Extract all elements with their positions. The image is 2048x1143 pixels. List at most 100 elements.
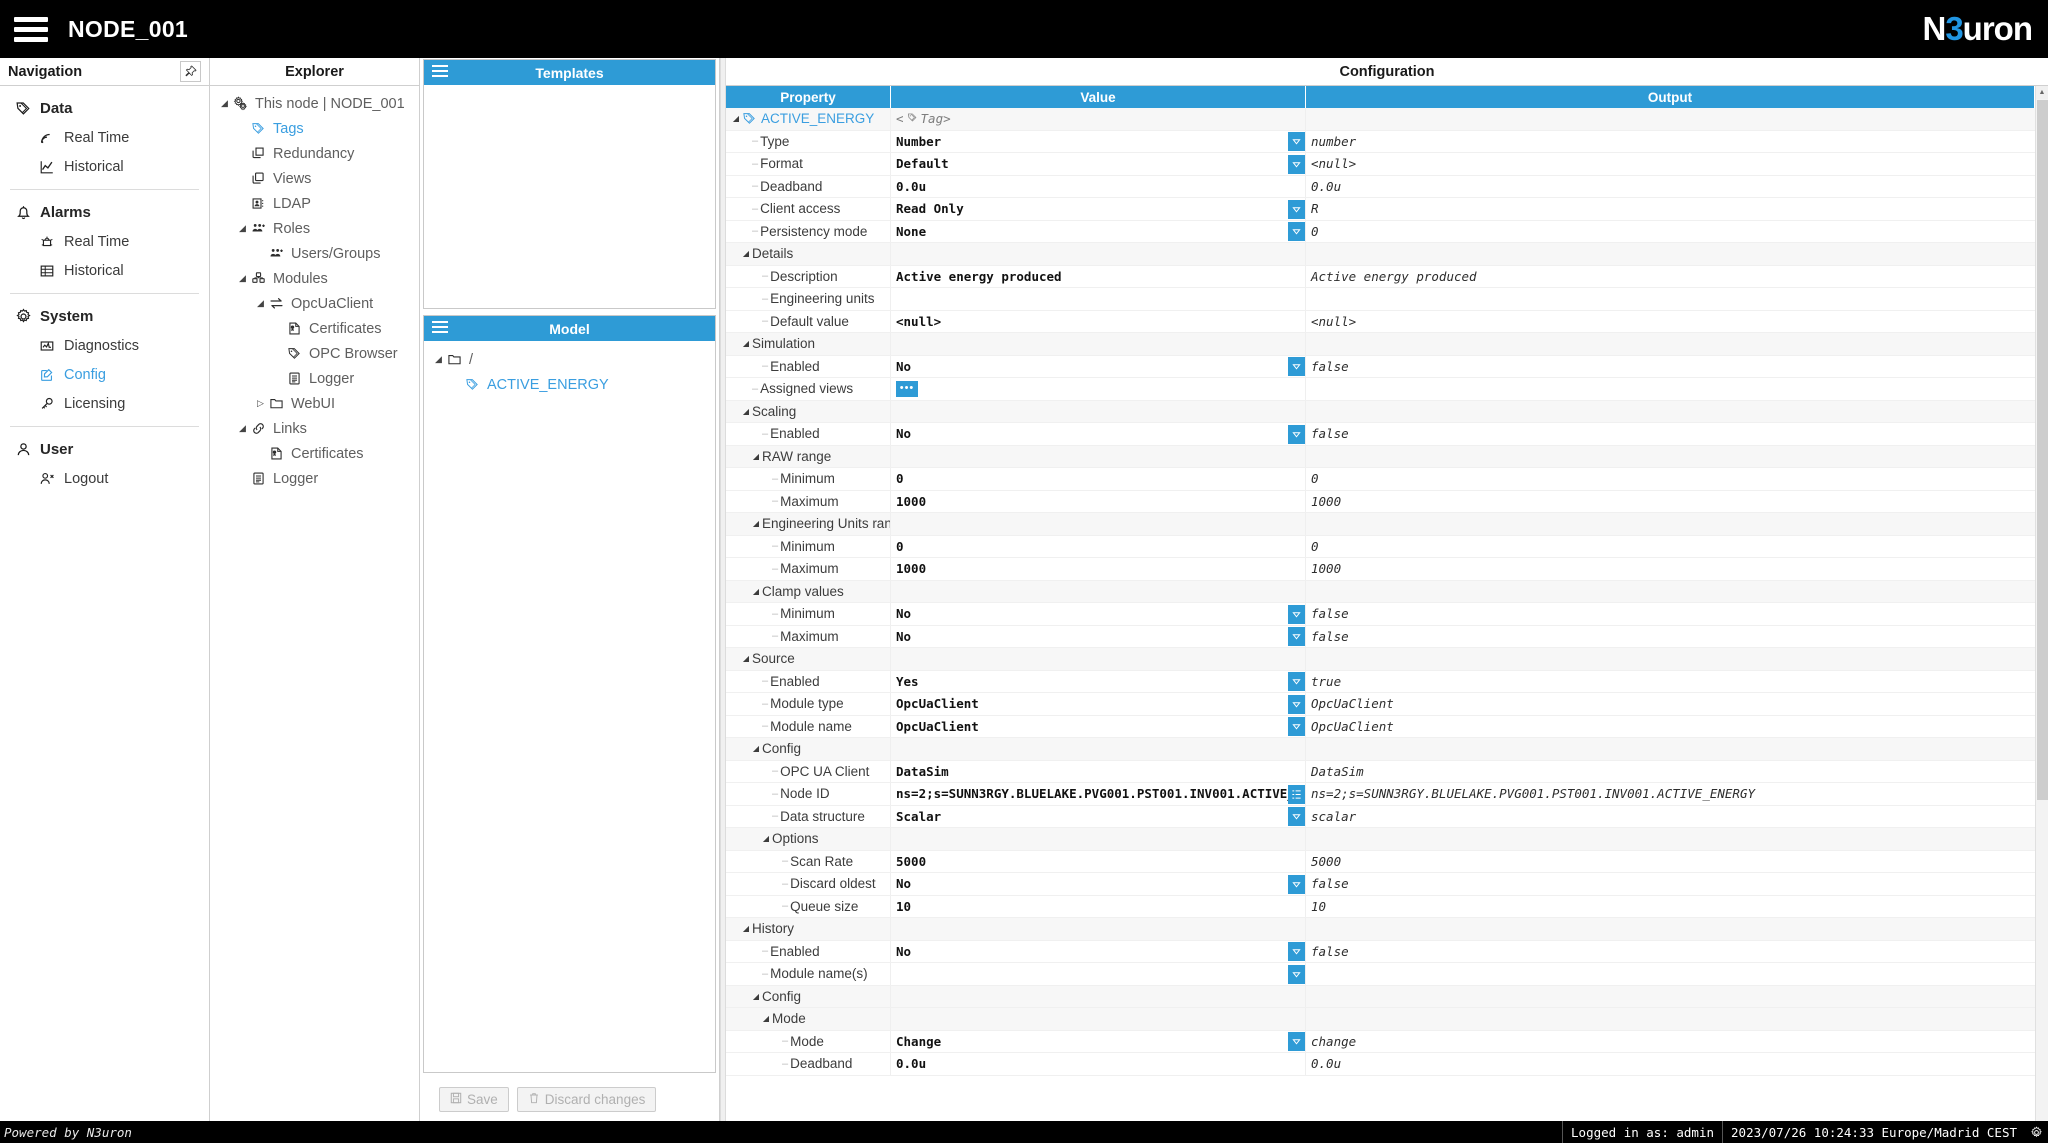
- config-row[interactable]: ▷–Maximum 1000 1000: [726, 558, 2035, 581]
- config-row-value[interactable]: No: [891, 873, 1306, 895]
- config-row[interactable]: ▷–Module type OpcUaClient OpcUaClient: [726, 693, 2035, 716]
- config-row-value[interactable]: 0.0u: [891, 175, 1306, 197]
- config-row-value[interactable]: [891, 243, 1306, 265]
- dropdown-toggle-icon[interactable]: [1288, 672, 1305, 691]
- config-row-value[interactable]: No: [891, 625, 1306, 647]
- config-row[interactable]: ◢ Mode: [726, 1008, 2035, 1031]
- config-row[interactable]: ◢ Options: [726, 828, 2035, 851]
- dropdown-toggle-icon[interactable]: [1288, 199, 1305, 219]
- nav-group-header-alarms[interactable]: Alarms: [0, 198, 209, 227]
- config-row[interactable]: ▷–Module name(s): [726, 963, 2035, 986]
- dropdown-toggle-icon[interactable]: [1288, 874, 1305, 894]
- config-row[interactable]: ◢ History: [726, 918, 2035, 941]
- chevron-down-icon[interactable]: ◢: [740, 407, 752, 416]
- config-row[interactable]: ▷–Maximum No false: [726, 625, 2035, 648]
- column-header-property[interactable]: Property: [726, 86, 891, 108]
- config-row-value[interactable]: [891, 580, 1306, 602]
- sidebar-item-data-historical[interactable]: Historical: [0, 152, 209, 181]
- config-row[interactable]: ▷–Data structure Scalar scalar: [726, 805, 2035, 828]
- config-row-value[interactable]: [891, 333, 1306, 355]
- explorer-tree-item[interactable]: ◢ This node | NODE_001: [210, 91, 419, 116]
- config-row-value[interactable]: OpcUaClient: [891, 693, 1306, 715]
- model-tree-item[interactable]: ◢ /: [424, 347, 715, 372]
- dropdown-toggle-icon[interactable]: [1288, 717, 1305, 736]
- chevron-right-icon[interactable]: ▷: [254, 398, 267, 409]
- config-row-value[interactable]: 0: [891, 468, 1306, 490]
- config-row[interactable]: ▷–Module name OpcUaClient OpcUaClient: [726, 715, 2035, 738]
- scroll-up-icon[interactable]: ▲: [2035, 86, 2048, 99]
- config-row-value[interactable]: No: [891, 355, 1306, 377]
- config-row[interactable]: ▷–Engineering units: [726, 288, 2035, 311]
- config-row[interactable]: ▷–Persistency mode None 0: [726, 220, 2035, 243]
- config-row-value[interactable]: None: [891, 220, 1306, 242]
- chevron-down-icon[interactable]: ◢: [236, 223, 249, 234]
- config-row-value[interactable]: DataSim: [891, 760, 1306, 782]
- config-row-value[interactable]: [891, 445, 1306, 467]
- config-row[interactable]: ▷–Minimum 0 0: [726, 468, 2035, 491]
- config-row-value[interactable]: [891, 918, 1306, 940]
- chevron-down-icon[interactable]: ◢: [750, 452, 762, 461]
- dropdown-toggle-icon[interactable]: [1288, 132, 1305, 151]
- config-row-value[interactable]: [891, 288, 1306, 310]
- config-row[interactable]: ▷–Assigned views •••: [726, 378, 2035, 401]
- config-row-value[interactable]: [891, 1008, 1306, 1030]
- chevron-down-icon[interactable]: ◢: [730, 114, 742, 123]
- explorer-tree-item[interactable]: ◢ OpcUaClient: [210, 291, 419, 316]
- chevron-down-icon[interactable]: ◢: [254, 298, 267, 309]
- scrollbar-thumb[interactable]: [2036, 100, 2048, 800]
- chevron-down-icon[interactable]: ◢: [740, 654, 752, 663]
- explorer-tree-item[interactable]: ◢ Modules: [210, 266, 419, 291]
- config-row-value[interactable]: OpcUaClient: [891, 715, 1306, 737]
- config-row[interactable]: ▷–Enabled No false: [726, 423, 2035, 446]
- explorer-tree-item[interactable]: ▷Certificates: [210, 441, 419, 466]
- dropdown-toggle-icon[interactable]: [1288, 942, 1305, 961]
- config-row[interactable]: ◢ Source: [726, 648, 2035, 671]
- config-row-value[interactable]: [891, 985, 1306, 1007]
- gear-icon[interactable]: [2025, 1125, 2048, 1139]
- config-row[interactable]: ▷–Discard oldest No false: [726, 873, 2035, 896]
- sidebar-item-logout[interactable]: Logout: [0, 464, 209, 493]
- config-row-value[interactable]: Read Only: [891, 198, 1306, 220]
- config-row[interactable]: ◢Engineering Units range: [726, 513, 2035, 536]
- chevron-down-icon[interactable]: ◢: [750, 519, 762, 528]
- sidebar-item-diagnostics[interactable]: Diagnostics: [0, 331, 209, 360]
- explorer-tree-item[interactable]: ▷Certificates: [210, 316, 419, 341]
- config-row-value[interactable]: 0: [891, 535, 1306, 557]
- config-row[interactable]: ◢ Config: [726, 738, 2035, 761]
- dropdown-toggle-icon[interactable]: [1288, 154, 1305, 174]
- config-row-value[interactable]: 1000: [891, 558, 1306, 580]
- dropdown-toggle-icon[interactable]: [1288, 807, 1305, 826]
- chevron-down-icon[interactable]: ◢: [750, 992, 762, 1001]
- config-row-value[interactable]: [891, 828, 1306, 850]
- discard-changes-button[interactable]: Discard changes: [516, 1086, 657, 1112]
- config-row-value[interactable]: [891, 738, 1306, 760]
- config-row[interactable]: ◢ Simulation: [726, 333, 2035, 356]
- explorer-tree-item[interactable]: ◢ Links: [210, 416, 419, 441]
- dropdown-toggle-icon[interactable]: [1288, 357, 1305, 376]
- config-row-value[interactable]: 0.0u: [891, 1053, 1306, 1075]
- chevron-down-icon[interactable]: ◢: [236, 423, 249, 434]
- config-row-value[interactable]: <null>: [891, 310, 1306, 332]
- chevron-down-icon[interactable]: ◢: [236, 273, 249, 284]
- dropdown-toggle-icon[interactable]: [1288, 627, 1305, 646]
- config-row-value[interactable]: Change: [891, 1030, 1306, 1052]
- config-row-value[interactable]: Active energy produced: [891, 265, 1306, 287]
- configuration-scrollbar[interactable]: ▲: [2035, 86, 2048, 1121]
- config-row-value[interactable]: 1000: [891, 490, 1306, 512]
- chevron-down-icon[interactable]: ◢: [740, 924, 752, 933]
- explorer-tree-item[interactable]: ▷LDAP: [210, 191, 419, 216]
- hamburger-icon[interactable]: [432, 65, 448, 77]
- explorer-tree-item[interactable]: ▷Users/Groups: [210, 241, 419, 266]
- config-row[interactable]: ◢ Details: [726, 243, 2035, 266]
- column-header-output[interactable]: Output: [1306, 86, 2035, 108]
- explorer-tree-item[interactable]: ▷Views: [210, 166, 419, 191]
- explorer-tree-item[interactable]: ▷Logger: [210, 366, 419, 391]
- config-row[interactable]: ◢ ACTIVE_ENERGY < Tag>: [726, 108, 2035, 131]
- chevron-down-icon[interactable]: ◢: [740, 249, 752, 258]
- model-tree-item[interactable]: ▷ACTIVE_ENERGY: [424, 372, 715, 397]
- nav-group-header-user[interactable]: User: [0, 435, 209, 464]
- config-row[interactable]: ▷–Description Active energy produced Activ…: [726, 265, 2035, 288]
- config-row[interactable]: ▷–Node ID ns=2;s=SUNN3RGY.BLUELAKE.PVG001…: [726, 783, 2035, 806]
- sidebar-item-data-real-time[interactable]: Real Time: [0, 123, 209, 152]
- templates-panel-body[interactable]: [424, 85, 715, 308]
